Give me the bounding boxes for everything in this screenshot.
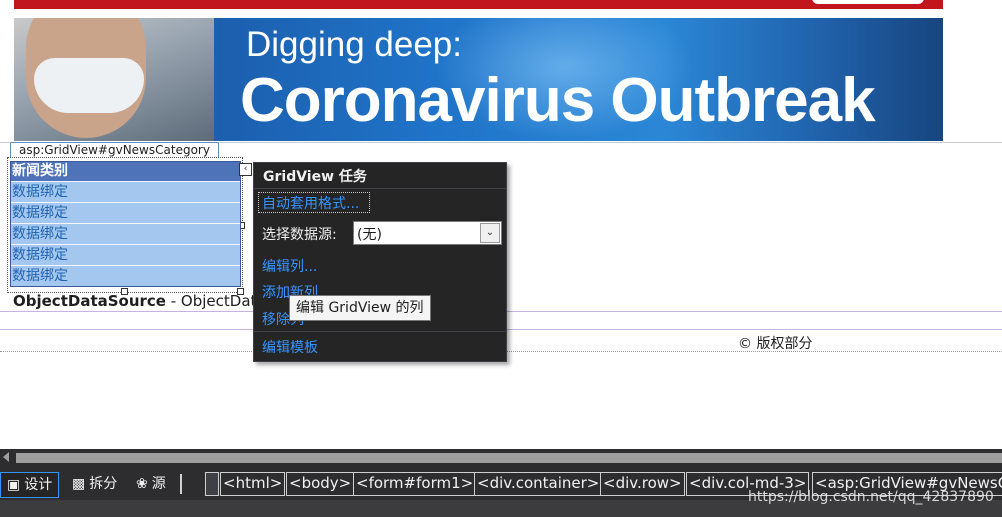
copyright-text: © 版权部分 xyxy=(738,336,813,352)
grid-row: 数据绑定 xyxy=(11,244,240,265)
face-mask xyxy=(34,58,144,113)
panel-title: GridView 任务 xyxy=(263,169,367,185)
breadcrumb-scroll-left-icon[interactable] xyxy=(205,472,219,496)
objectdatasource-control[interactable]: ObjectDataSource - ObjectDataS xyxy=(13,292,275,310)
auto-format-link[interactable]: 自动套用格式... xyxy=(262,193,359,213)
banner-title: Coronavirus Outbreak xyxy=(240,66,876,135)
split-icon: ▩ xyxy=(72,476,86,492)
edit-columns-tooltip: 编辑 GridView 的列 xyxy=(289,295,431,321)
grid-row: 数据绑定 xyxy=(11,202,240,223)
source-icon: ❀ xyxy=(136,476,148,492)
split-view-label: 拆分 xyxy=(89,476,118,492)
breadcrumb-item[interactable]: <div.row> xyxy=(600,472,685,496)
objectdatasource-type: ObjectDataSource xyxy=(13,292,166,310)
banner-subtitle: Digging deep: xyxy=(246,25,462,64)
view-separator xyxy=(180,474,182,494)
breadcrumb-item[interactable]: <form#form1> xyxy=(353,472,477,496)
scrollbar-thumb[interactable] xyxy=(16,453,1002,463)
datasource-label: 选择数据源: xyxy=(262,227,337,243)
design-icon: ▣ xyxy=(7,477,21,493)
grid-header-cell: 新闻类别 xyxy=(11,162,240,181)
breadcrumb-item[interactable]: <html> xyxy=(220,472,286,496)
gridview[interactable]: 新闻类别 数据绑定 数据绑定 数据绑定 数据绑定 数据绑定 xyxy=(10,161,241,287)
scroll-left-icon[interactable] xyxy=(3,452,9,462)
edit-templates-link[interactable]: 编辑模板 xyxy=(262,337,318,357)
grid-row: 数据绑定 xyxy=(11,181,240,202)
edit-columns-link[interactable]: 编辑列... xyxy=(262,256,317,276)
top-search-pill xyxy=(812,0,924,4)
panel-divider xyxy=(254,188,506,189)
grid-row: 数据绑定 xyxy=(11,265,240,286)
design-view-label: 设计 xyxy=(24,477,53,493)
gridview-tasks-panel: GridView 任务 自动套用格式... 选择数据源: (无) ⌄ 编辑列..… xyxy=(253,162,507,362)
panel-divider xyxy=(254,331,506,332)
source-view-button[interactable]: ❀ 源 xyxy=(130,472,172,496)
breadcrumb-item[interactable]: <div.container> xyxy=(474,472,603,496)
watermark: https://blog.csdn.net/qq_42837890 xyxy=(748,489,994,505)
grid-row: 数据绑定 xyxy=(11,223,240,244)
split-view-button[interactable]: ▩ 拆分 xyxy=(66,472,123,496)
top-red-bar xyxy=(14,0,943,9)
chevron-down-icon[interactable]: ⌄ xyxy=(480,223,500,243)
gridview-tag[interactable]: asp:GridView#gvNewsCategory xyxy=(10,142,219,158)
banner-image: Digging deep: Coronavirus Outbreak xyxy=(14,18,943,141)
datasource-select-value: (无) xyxy=(357,227,382,243)
datasource-select[interactable]: (无) ⌄ xyxy=(353,221,502,245)
smart-tag-chevron-icon[interactable]: ‹ xyxy=(239,163,252,176)
breadcrumb-item[interactable]: <body> xyxy=(286,472,355,496)
source-view-label: 源 xyxy=(151,476,166,492)
design-view-button[interactable]: ▣ 设计 xyxy=(0,472,60,498)
